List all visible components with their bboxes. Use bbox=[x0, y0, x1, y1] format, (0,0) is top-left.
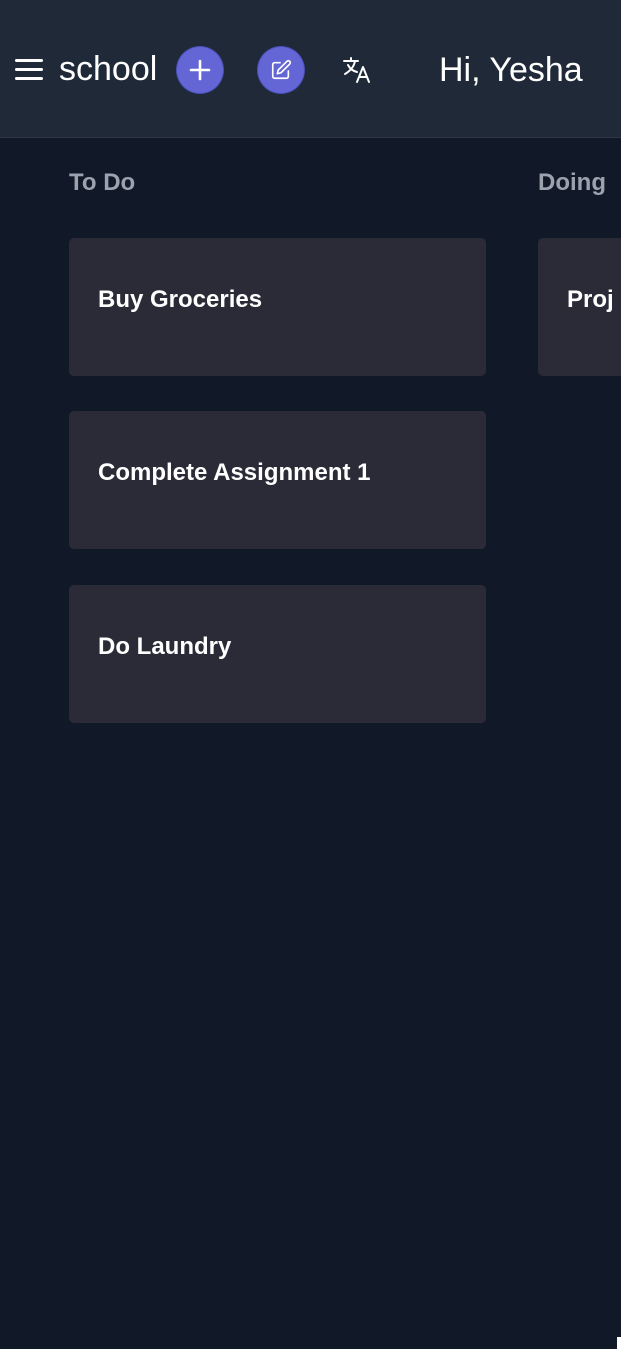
task-card[interactable]: Buy Groceries bbox=[69, 238, 486, 376]
column-title-todo: To Do bbox=[69, 169, 136, 196]
task-card-title: Do Laundry bbox=[98, 633, 232, 660]
plus-icon bbox=[189, 59, 211, 81]
task-card-title: Complete Assignment 1 bbox=[98, 459, 371, 486]
translate-button[interactable] bbox=[338, 51, 376, 89]
task-card[interactable]: Proj bbox=[538, 238, 621, 376]
task-card-title: Proj bbox=[567, 286, 614, 313]
pencil-edit-icon bbox=[271, 59, 292, 80]
task-card[interactable]: Do Laundry bbox=[69, 585, 486, 723]
column-title-doing: Doing bbox=[538, 169, 606, 196]
kanban-page: school Hi, Yesha To Do Buy Groceries Com… bbox=[0, 0, 621, 1349]
user-greeting[interactable]: Hi, Yesha bbox=[439, 49, 583, 91]
task-card-title: Buy Groceries bbox=[98, 286, 263, 313]
scroll-corner bbox=[617, 1337, 621, 1349]
translate-icon bbox=[343, 57, 370, 83]
add-task-button[interactable] bbox=[177, 47, 223, 93]
task-card[interactable]: Complete Assignment 1 bbox=[69, 411, 486, 549]
edit-board-button[interactable] bbox=[258, 47, 304, 93]
board-name: school bbox=[59, 50, 158, 88]
hamburger-menu-icon[interactable] bbox=[15, 59, 43, 81]
top-bar: school Hi, Yesha bbox=[0, 0, 621, 138]
